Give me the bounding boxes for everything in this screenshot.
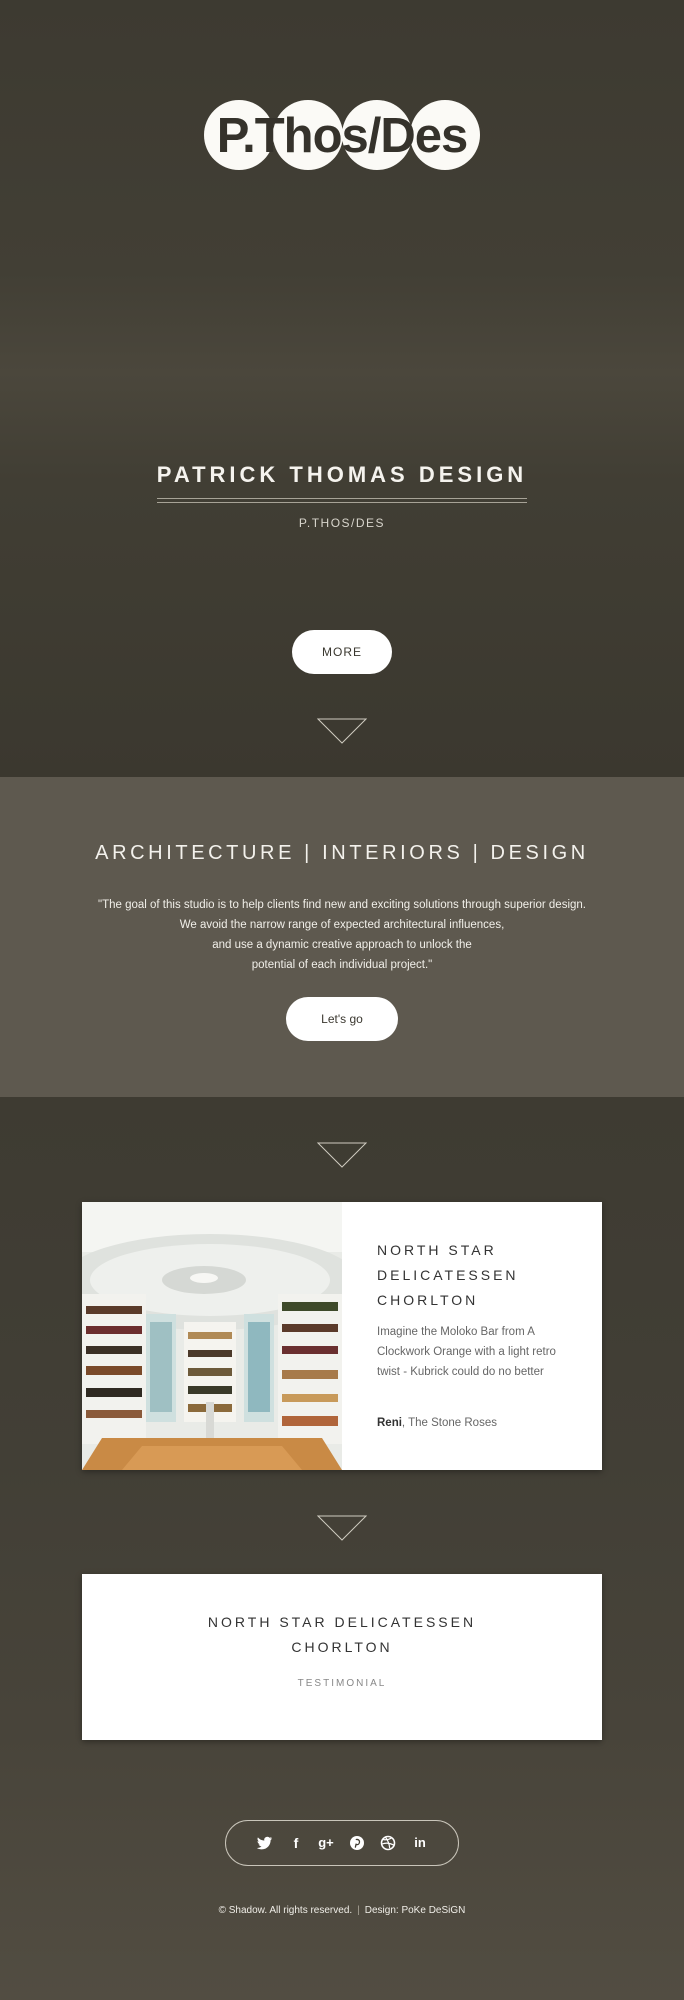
more-button[interactable]: MORE: [292, 630, 392, 674]
pinterest-icon[interactable]: [347, 1833, 367, 1853]
description-line: Clockwork Orange with a light retro: [377, 1346, 556, 1358]
design-credit-label: Design:: [364, 1905, 402, 1916]
dribbble-icon[interactable]: [378, 1833, 398, 1853]
quote-line: and use a dynamic creative approach to u…: [212, 939, 472, 951]
project-photo: [82, 1202, 342, 1470]
footer-separator: |: [357, 1905, 360, 1916]
description-line: twist - Kubrick could do no better: [377, 1366, 544, 1378]
down-triangle-icon[interactable]: [317, 1515, 367, 1541]
project-title-line: CHORLTON: [377, 1292, 479, 1308]
section-title: ARCHITECTURE | INTERIORS | DESIGN: [95, 842, 589, 864]
quote-line: We avoid the narrow range of expected ar…: [179, 919, 505, 931]
google-plus-icon[interactable]: g+: [316, 1833, 336, 1853]
testimonial-label: TESTIMONIAL: [297, 1678, 387, 1689]
author-affiliation: , The Stone Roses: [401, 1417, 497, 1429]
footer: © Shadow. All rights reserved. | Design: P…: [0, 1905, 684, 1916]
linkedin-icon[interactable]: in: [410, 1833, 430, 1853]
design-credit-link[interactable]: PoKe DeSiGN: [401, 1905, 465, 1916]
hero-subtitle: P.THOS/DES: [298, 516, 386, 530]
down-triangle-icon[interactable]: [317, 718, 367, 744]
social-links: f g+ in: [225, 1820, 459, 1866]
testimonial-card[interactable]: NORTH STAR DELICATESSEN CHORLTON TESTIMO…: [82, 1574, 602, 1740]
logo-text: P.Thos/Des: [216, 109, 469, 163]
quote-line: potential of each individual project.": [251, 959, 433, 971]
testimonial-title-line: CHORLTON: [291, 1639, 393, 1655]
hero-title: PATRICK THOMAS DESIGN: [156, 462, 528, 487]
architecture-section: ARCHITECTURE | INTERIORS | DESIGN "The g…: [0, 777, 684, 1097]
copyright-text: © Shadow. All rights reserved.: [218, 1905, 353, 1916]
hero-divider: [157, 498, 527, 503]
project-card[interactable]: NORTH STAR DELICATESSEN CHORLTON Imagine…: [82, 1202, 602, 1470]
twitter-icon[interactable]: [254, 1833, 274, 1853]
lets-go-button[interactable]: Let's go: [286, 997, 398, 1041]
project-title-line: NORTH STAR: [377, 1242, 497, 1258]
quote-line: "The goal of this studio is to help clie…: [97, 899, 586, 911]
site-logo[interactable]: P.Thos/Des: [204, 100, 480, 172]
facebook-icon[interactable]: f: [286, 1833, 306, 1853]
down-triangle-icon[interactable]: [317, 1142, 367, 1168]
description-line: Imagine the Moloko Bar from A: [377, 1326, 535, 1338]
project-title: NORTH STAR DELICATESSEN CHORLTON: [377, 1238, 577, 1313]
project-author: Reni, The Stone Roses: [377, 1417, 577, 1429]
author-name: Reni: [377, 1417, 402, 1429]
studio-quote: "The goal of this studio is to help clie…: [60, 895, 624, 975]
project-description: Imagine the Moloko Bar from A Clockwork …: [377, 1322, 577, 1382]
project-title-line: DELICATESSEN: [377, 1267, 519, 1283]
testimonial-title: NORTH STAR DELICATESSEN CHORLTON: [82, 1610, 602, 1660]
testimonial-title-line: NORTH STAR DELICATESSEN: [207, 1614, 477, 1630]
